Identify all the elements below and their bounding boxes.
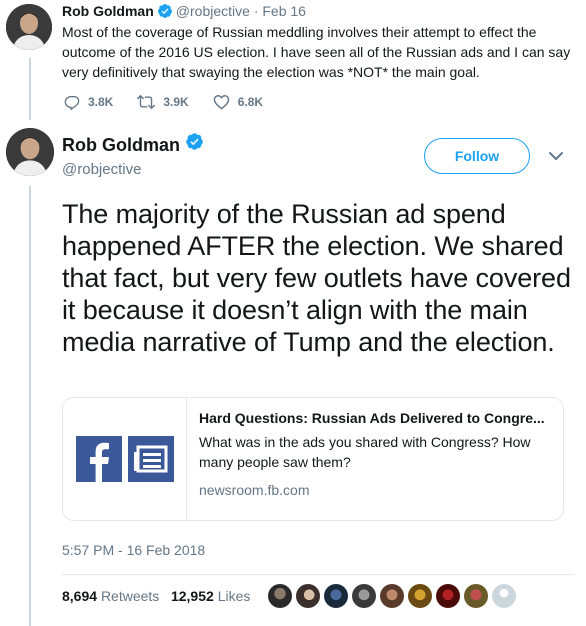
- verified-icon: [185, 132, 204, 157]
- author-name[interactable]: Rob Goldman: [62, 133, 180, 157]
- liker-avatars: [268, 584, 520, 608]
- retweet-label: Retweets: [100, 588, 160, 604]
- follow-button[interactable]: Follow: [424, 138, 530, 174]
- tweet-actions: 3.8K 3.9K 6.8K: [64, 94, 287, 110]
- retweet-button[interactable]: 3.9K: [137, 94, 189, 110]
- divider: [62, 574, 574, 575]
- card-domain: newsroom.fb.com: [199, 482, 310, 498]
- tweet-header: Rob Goldman @robjective · Feb 16: [62, 2, 306, 23]
- card-title[interactable]: Hard Questions: Russian Ads Delivered to…: [199, 408, 553, 428]
- thread-connector-bottom: [29, 186, 31, 626]
- verified-icon: [157, 3, 173, 23]
- main-author[interactable]: Rob Goldman: [62, 132, 207, 157]
- separator: ·: [253, 3, 259, 19]
- liker-avatar[interactable]: [380, 584, 404, 608]
- card-body: Hard Questions: Russian Ads Delivered to…: [199, 408, 553, 500]
- avatar[interactable]: [6, 4, 52, 50]
- tweet-date[interactable]: Feb 16: [262, 3, 306, 19]
- tweet-text: Most of the coverage of Russian meddling…: [62, 24, 571, 80]
- liker-avatar[interactable]: [324, 584, 348, 608]
- liker-avatar[interactable]: [352, 584, 376, 608]
- card-image: [63, 398, 187, 520]
- retweets-stat[interactable]: 8,694 Retweets: [62, 588, 159, 604]
- liker-avatar[interactable]: [296, 584, 320, 608]
- reply-button[interactable]: 3.8K: [64, 94, 113, 110]
- first-tweet[interactable]: Rob Goldman @robjective · Feb 16 Most of …: [0, 0, 586, 122]
- chevron-down-icon[interactable]: [548, 150, 564, 162]
- retweet-total: 8,694: [62, 588, 98, 604]
- retweet-count: 3.9K: [163, 95, 189, 109]
- liker-avatar[interactable]: [436, 584, 460, 608]
- link-card[interactable]: Hard Questions: Russian Ads Delivered to…: [62, 397, 564, 521]
- retweet-icon: [137, 95, 156, 109]
- reply-icon: [64, 96, 80, 110]
- like-label: Likes: [217, 588, 251, 604]
- reply-count: 3.8K: [88, 95, 114, 109]
- author-handle[interactable]: @robjective: [176, 3, 250, 19]
- main-avatar[interactable]: [6, 128, 54, 176]
- liker-avatar[interactable]: [492, 584, 516, 608]
- liker-avatar[interactable]: [268, 584, 292, 608]
- like-count: 6.8K: [237, 95, 264, 109]
- like-total: 12,952: [170, 588, 214, 604]
- liker-avatar[interactable]: [408, 584, 432, 608]
- tweet-stats: 8,694 Retweets 12,952 Likes: [62, 586, 250, 606]
- like-button[interactable]: 6.8K: [213, 94, 263, 110]
- facebook-logo: [76, 436, 174, 482]
- likes-stat[interactable]: 12,952 Likes: [171, 588, 250, 604]
- author-name[interactable]: Rob Goldman: [62, 3, 154, 19]
- author-handle[interactable]: @robjective: [62, 160, 141, 180]
- tweet-text: The majority of the Russian ad spend hap…: [62, 199, 571, 357]
- card-description: What was in the ads you shared with Cong…: [199, 434, 531, 470]
- tweet-timestamp[interactable]: 5:57 PM - 16 Feb 2018: [62, 540, 205, 560]
- like-icon: [213, 95, 230, 110]
- liker-avatar[interactable]: [464, 584, 488, 608]
